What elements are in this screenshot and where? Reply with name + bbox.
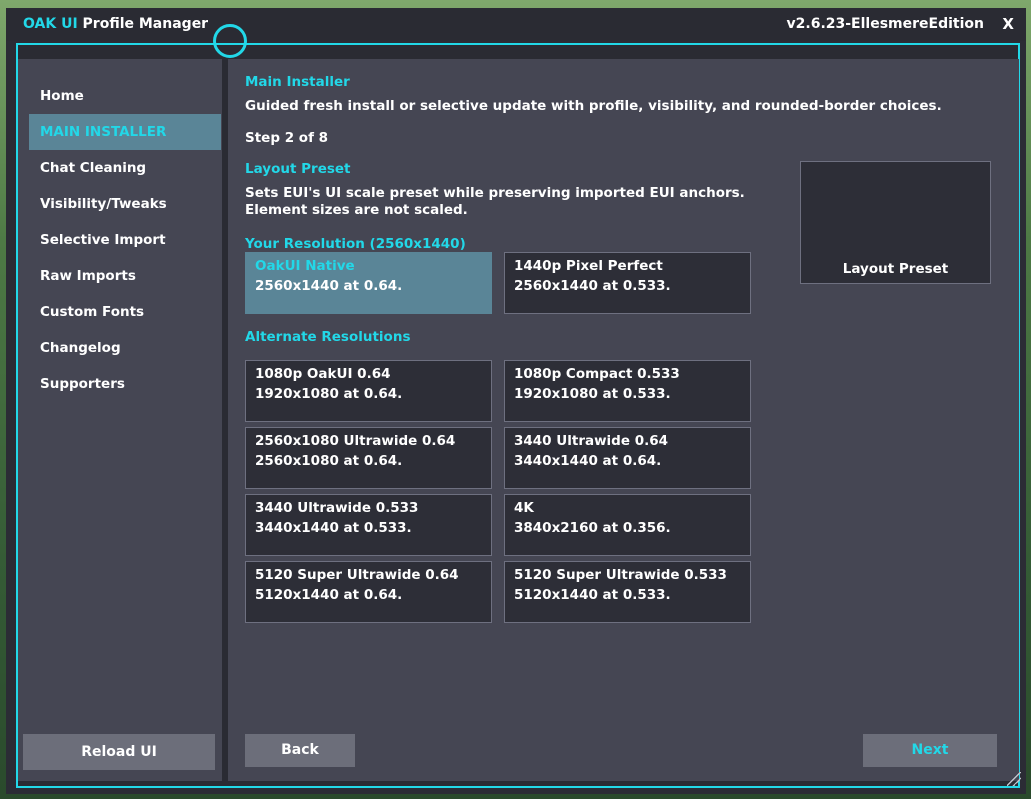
option-1440p-pixel-perfect[interactable]: 1440p Pixel Perfect 2560x1440 at 0.533. — [504, 252, 751, 314]
option-subtitle: 2560x1440 at 0.533. — [514, 278, 671, 294]
option-4k[interactable]: 4K 3840x2160 at 0.356. — [504, 494, 751, 556]
option-title: 5120 Super Ultrawide 0.533 — [514, 567, 727, 583]
back-button[interactable]: Back — [245, 734, 355, 767]
sidebar-item-supporters[interactable]: Supporters — [29, 366, 221, 402]
page-subtitle: Guided fresh install or selective update… — [245, 98, 942, 114]
option-title: 3440 Ultrawide 0.533 — [255, 500, 419, 516]
option-subtitle: 5120x1440 at 0.533. — [514, 587, 671, 603]
option-title: 4K — [514, 500, 534, 516]
sidebar-item-selective-import[interactable]: Selective Import — [29, 222, 221, 258]
alternate-resolutions-label: Alternate Resolutions — [245, 329, 411, 345]
option-subtitle: 1920x1080 at 0.533. — [514, 386, 671, 402]
title-rest: Profile Manager — [77, 16, 209, 32]
option-title: 3440 Ultrawide 0.64 — [514, 433, 669, 449]
title-bar[interactable]: OAK UI Profile Manager v2.6.23-Ellesmere… — [6, 8, 1026, 41]
option-subtitle: 3840x2160 at 0.356. — [514, 520, 671, 536]
option-5120-super-ultrawide-064[interactable]: 5120 Super Ultrawide 0.64 5120x1440 at 0… — [245, 561, 492, 623]
option-title: 1080p Compact 0.533 — [514, 366, 680, 382]
cursor-ring-icon — [213, 24, 247, 58]
option-1080p-compact[interactable]: 1080p Compact 0.533 1920x1080 at 0.533. — [504, 360, 751, 422]
reload-ui-button[interactable]: Reload UI — [23, 734, 215, 770]
option-title: 1440p Pixel Perfect — [514, 258, 663, 274]
option-subtitle: 1920x1080 at 0.64. — [255, 386, 403, 402]
option-title: OakUI Native — [255, 258, 355, 274]
section-title: Layout Preset — [245, 161, 351, 177]
option-subtitle: 5120x1440 at 0.64. — [255, 587, 403, 603]
sidebar-item-changelog[interactable]: Changelog — [29, 330, 221, 366]
close-button[interactable]: X — [1002, 15, 1014, 33]
option-5120-super-ultrawide-0533[interactable]: 5120 Super Ultrawide 0.533 5120x1440 at … — [504, 561, 751, 623]
option-2560x1080-ultrawide[interactable]: 2560x1080 Ultrawide 0.64 2560x1080 at 0.… — [245, 427, 492, 489]
layout-preset-preview: Layout Preset — [800, 161, 991, 284]
sidebar-item-raw-imports[interactable]: Raw Imports — [29, 258, 221, 294]
option-subtitle: 2560x1080 at 0.64. — [255, 453, 403, 469]
option-3440-ultrawide-064[interactable]: 3440 Ultrawide 0.64 3440x1440 at 0.64. — [504, 427, 751, 489]
option-subtitle: 3440x1440 at 0.533. — [255, 520, 412, 536]
option-title: 2560x1080 Ultrawide 0.64 — [255, 433, 456, 449]
sidebar-item-home[interactable]: Home — [29, 78, 221, 114]
option-oakui-native[interactable]: OakUI Native 2560x1440 at 0.64. — [245, 252, 492, 314]
preview-label: Layout Preset — [842, 261, 949, 277]
option-title: 5120 Super Ultrawide 0.64 — [255, 567, 459, 583]
sidebar-item-visibility-tweaks[interactable]: Visibility/Tweaks — [29, 186, 221, 222]
version-label: v2.6.23-EllesmereEdition — [786, 16, 984, 32]
option-subtitle: 2560x1440 at 0.64. — [255, 278, 403, 294]
sidebar-item-chat-cleaning[interactable]: Chat Cleaning — [29, 150, 221, 186]
option-subtitle: 3440x1440 at 0.64. — [514, 453, 662, 469]
your-resolution-label: Your Resolution (2560x1440) — [245, 236, 466, 252]
resize-grip-icon[interactable] — [1007, 772, 1021, 786]
sidebar-item-custom-fonts[interactable]: Custom Fonts — [29, 294, 221, 330]
window-title: OAK UI Profile Manager — [23, 16, 208, 32]
sidebar-item-main-installer[interactable]: MAIN INSTALLER — [29, 114, 221, 150]
page-title: Main Installer — [245, 74, 350, 90]
title-accent: OAK UI — [23, 16, 78, 32]
sidebar: Home MAIN INSTALLER Chat Cleaning Visibi… — [18, 59, 222, 781]
option-3440-ultrawide-0533[interactable]: 3440 Ultrawide 0.533 3440x1440 at 0.533. — [245, 494, 492, 556]
next-button[interactable]: Next — [863, 734, 997, 767]
option-1080p-oakui[interactable]: 1080p OakUI 0.64 1920x1080 at 0.64. — [245, 360, 492, 422]
option-title: 1080p OakUI 0.64 — [255, 366, 391, 382]
step-indicator: Step 2 of 8 — [245, 130, 329, 146]
section-description: Sets EUI's UI scale preset while preserv… — [245, 185, 745, 218]
